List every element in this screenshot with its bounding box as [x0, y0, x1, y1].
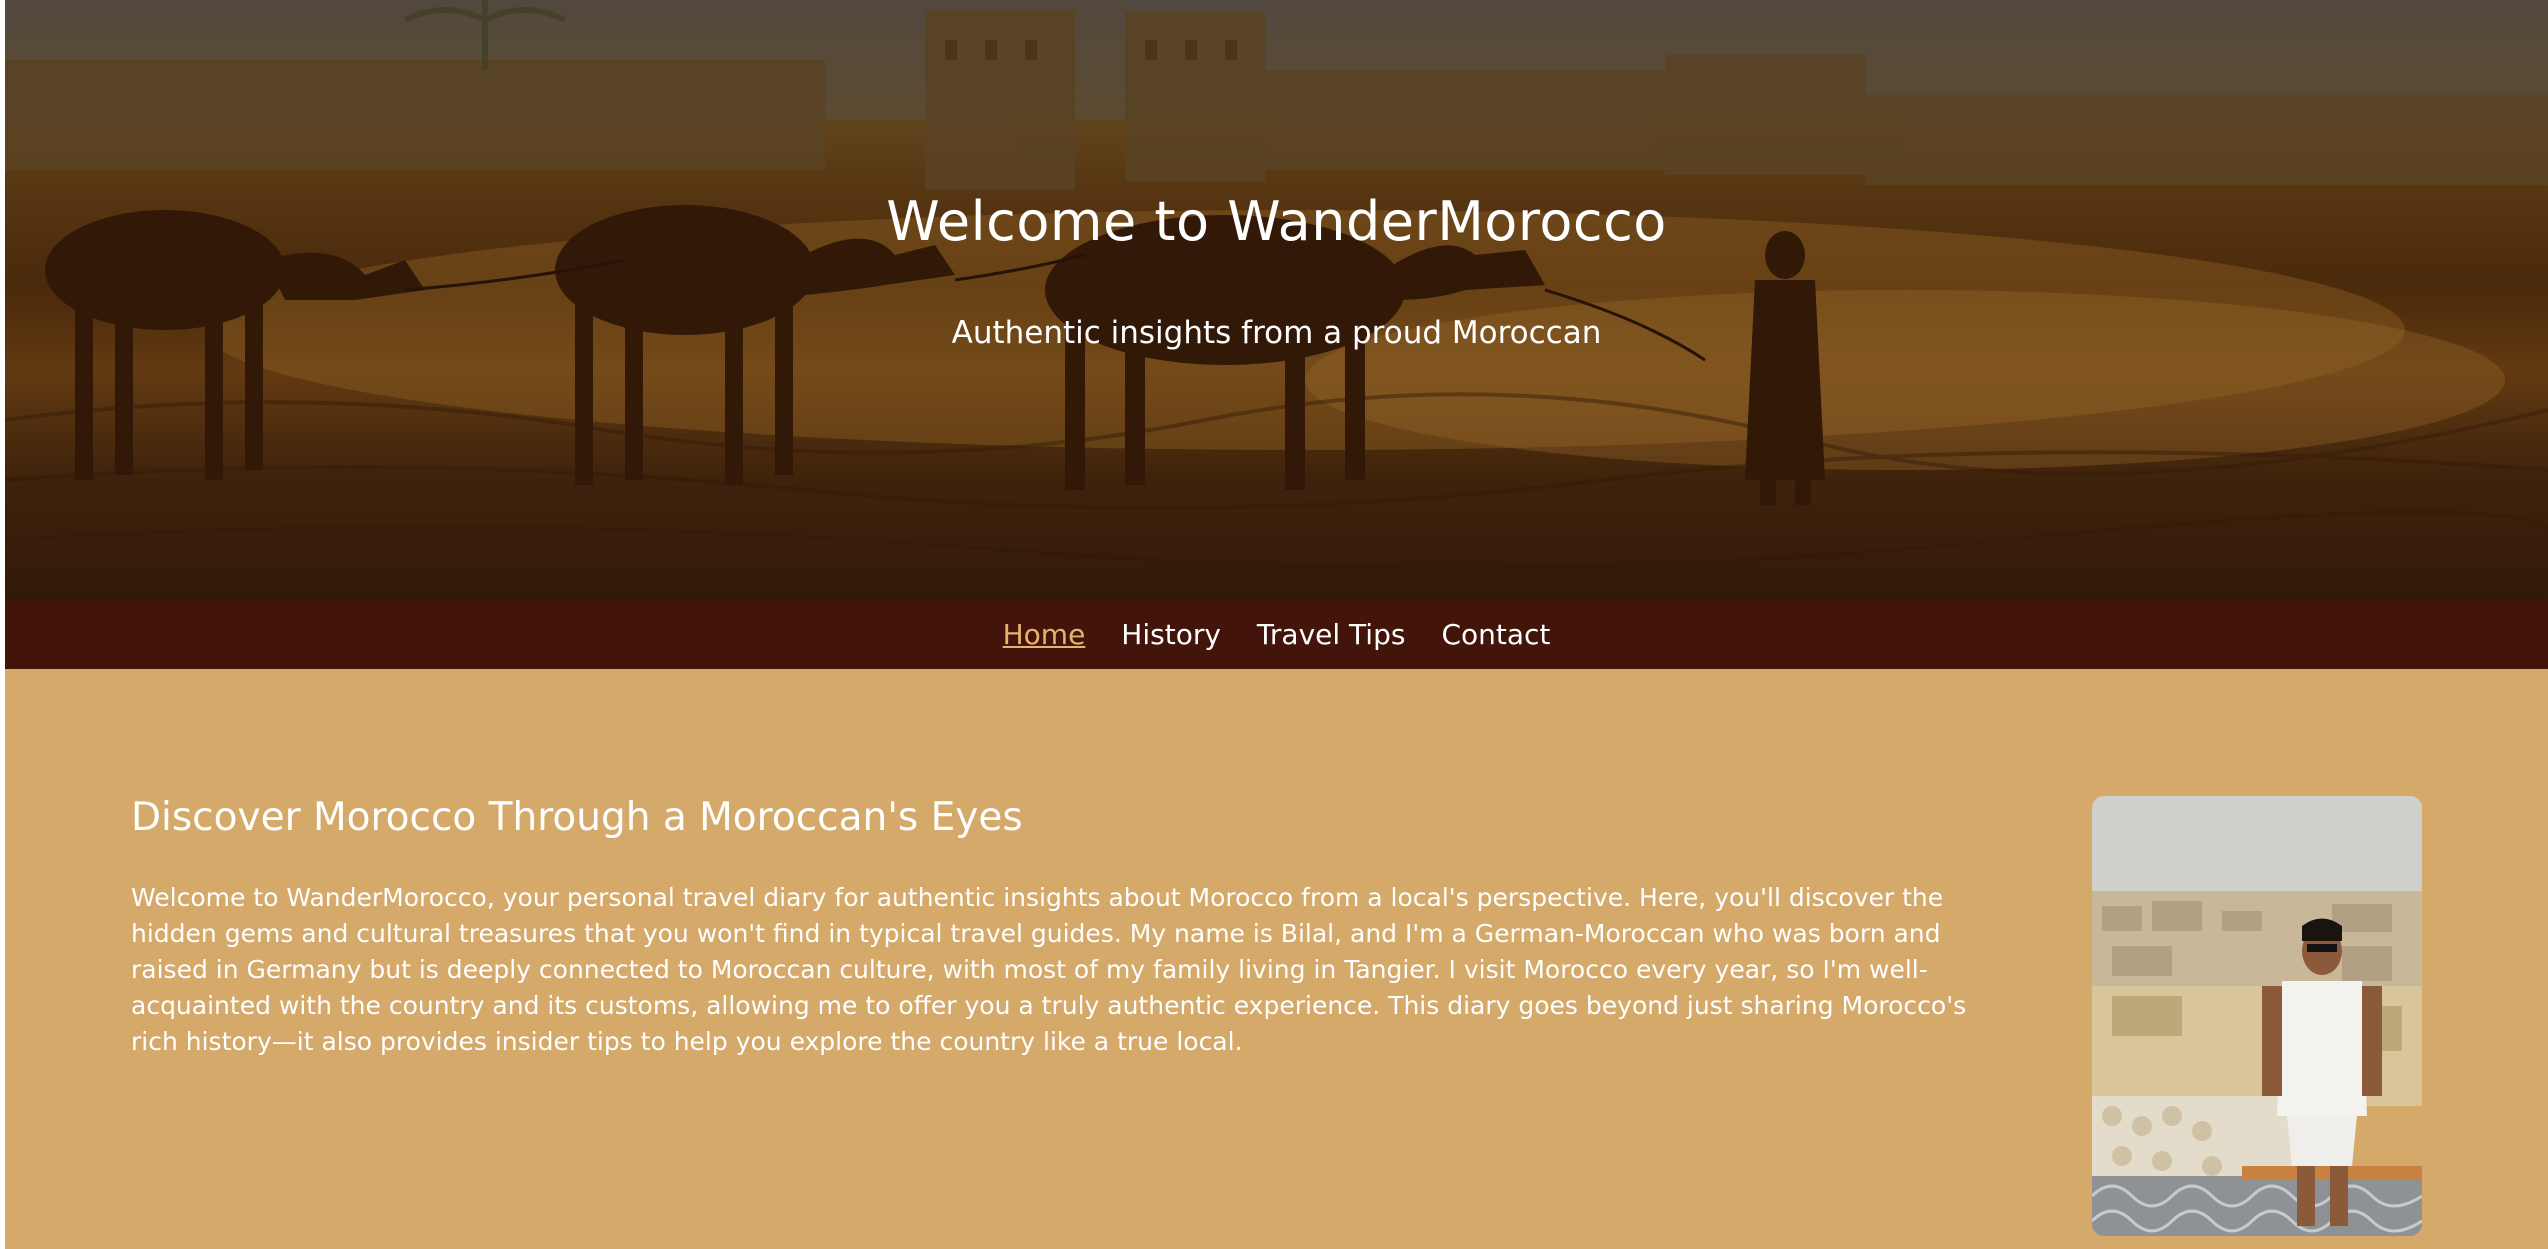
page-title: Welcome to WanderMorocco — [886, 190, 1667, 253]
hero-subtitle: Authentic insights from a proud Moroccan — [951, 315, 1602, 351]
main-navigation: Home History Travel Tips Contact — [5, 600, 2548, 669]
intro-paragraph: Welcome to WanderMorocco, your personal … — [131, 883, 1967, 1056]
nav-link-travel-tips[interactable]: Travel Tips — [1257, 618, 1406, 651]
nav-link-contact[interactable]: Contact — [1441, 618, 1550, 651]
nav-link-history[interactable]: History — [1121, 618, 1221, 651]
hero-banner: Welcome to WanderMorocco Authentic insig… — [5, 0, 2548, 600]
desert-caravan-image — [5, 0, 2548, 600]
nav-link-home[interactable]: Home — [1003, 618, 1086, 651]
author-photo — [2092, 796, 2422, 1236]
intro-heading: Discover Morocco Through a Moroccan's Ey… — [131, 795, 1023, 840]
